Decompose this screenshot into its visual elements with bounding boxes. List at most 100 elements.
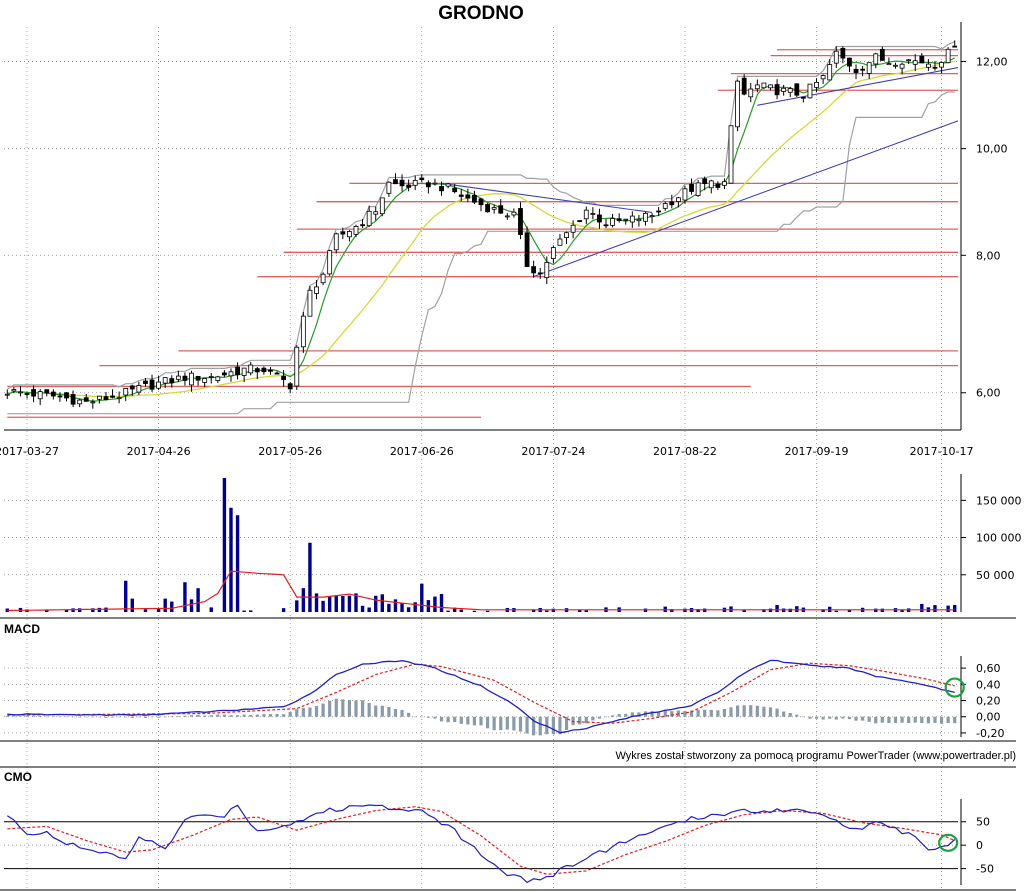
macd-histogram-bar [782,711,786,717]
candle-body [412,180,418,186]
macd-histogram-bar [413,716,417,718]
macd-histogram-bar [25,715,29,717]
candle-body [899,63,905,69]
macd-histogram-bar [854,716,858,721]
macd-histogram-bar [709,709,713,717]
candle-body [866,62,872,74]
candle-body [425,182,431,188]
candle-body [281,375,287,381]
candle-body [333,233,339,251]
macd-histogram-bar [874,716,878,724]
candle-body [754,84,760,90]
macd-histogram-bar [176,716,180,717]
macd-histogram-bar [137,716,141,718]
candle-body [511,211,517,216]
y-tick-label: 0,40 [976,678,1001,691]
candle-body [748,88,754,98]
credit-text: Wykres został stworzony za pomocą progra… [615,750,1016,762]
macd-histogram-bar [203,715,207,717]
candle-body [761,82,767,89]
volume-bar [281,608,286,612]
macd-histogram-bar [683,710,687,717]
macd-histogram-bar [288,711,292,717]
macd-histogram-bar [387,706,391,717]
volume-bar [446,610,450,612]
macd-histogram-bar [485,716,490,729]
volume-bar [775,604,779,612]
volume-bar [413,602,417,612]
candle-body [524,232,530,267]
candle-body [77,399,83,405]
macd-histogram-bar [735,705,740,717]
macd-histogram-bar [170,716,174,717]
volume-bar [433,596,437,612]
volume-bar [209,607,213,612]
candle-body [945,48,951,64]
macd-histogram-bar [262,714,266,717]
candle-body [472,194,477,203]
candle-body [406,184,412,188]
candle-body [616,218,622,221]
candle-body [327,250,333,275]
candle-body [649,215,655,218]
macd-histogram-bar [775,708,779,717]
candle-body [116,397,122,400]
macd-histogram-bar [466,716,470,725]
volume-bar [400,603,404,612]
macd-histogram-bar [354,700,358,717]
candle-body [478,198,484,206]
candle-body [860,68,865,71]
macd-histogram-bar [610,715,615,717]
macd-histogram-bar [347,699,352,717]
candle-body [952,45,958,48]
macd-histogram-bar [328,700,332,717]
volume-bar [584,610,588,612]
macd-histogram-bar [321,703,325,717]
candle-body [518,208,523,235]
volume-bar [163,598,167,612]
candle-body [149,379,155,390]
macd-histogram-bar [117,716,121,718]
macd-histogram-bar [268,714,273,717]
macd-histogram-bar [893,716,898,723]
volume-bar [360,605,365,612]
candle-body [531,266,537,274]
candle-body [557,238,563,246]
macd-histogram-bar [209,715,213,717]
volume-bar [393,599,398,612]
candle-body [853,68,859,73]
candle-body [445,183,451,187]
macd-histogram-bar [834,716,838,720]
candle-body [925,63,931,68]
candle-body [18,391,23,394]
macd-histogram-bar [157,716,161,718]
candle-body [353,226,359,235]
macd-histogram-bar [150,716,154,718]
candle-body [715,183,721,188]
candle-body [228,371,234,377]
macd-histogram-bar [367,702,371,717]
x-tick-label: 2017-08-22 [653,445,717,458]
macd-histogram-bar [393,708,398,717]
macd-histogram-bar [453,716,457,723]
candle-body [70,394,76,405]
macd-histogram-bar [163,716,167,718]
macd-histogram-bar [374,705,378,717]
macd-histogram-bar [12,716,16,717]
volume-bar [308,542,312,612]
macd-histogram-bar [933,716,937,723]
candle-body [320,273,326,284]
macd-histogram-bar [512,716,516,731]
candle-body [656,210,662,213]
macd-histogram-bar [624,713,628,717]
candle-body [583,209,589,220]
macd-histogram-bar [45,716,49,718]
macd-histogram-bar [900,716,904,723]
macd-histogram-bar [275,714,279,717]
volume-bar [327,596,332,612]
candle-body [268,369,273,372]
macd-histogram-bar [788,713,792,717]
volume-bar [130,598,134,612]
candle-body [4,393,10,396]
macd-histogram-bar [334,698,338,717]
